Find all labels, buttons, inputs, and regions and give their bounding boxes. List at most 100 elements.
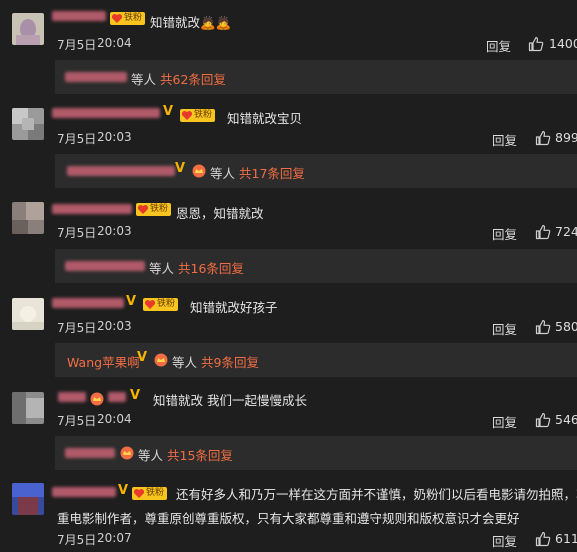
sub-reply-count[interactable]: 共16条回复 — [178, 261, 244, 276]
username[interactable] — [52, 204, 132, 214]
avatar[interactable] — [12, 13, 44, 45]
sub-reply-count[interactable]: 共17条回复 — [239, 166, 305, 181]
avatar[interactable] — [12, 108, 44, 140]
comment-text: 知错就改好孩子 — [190, 300, 278, 315]
username[interactable] — [58, 392, 86, 402]
heart-icon — [144, 300, 156, 309]
sub-reply-username — [65, 72, 127, 82]
username[interactable] — [52, 487, 116, 497]
username[interactable] — [52, 298, 124, 308]
avatar[interactable] — [12, 298, 44, 330]
sub-reply-box[interactable]: 等人 共15条回复 — [55, 436, 577, 470]
sub-reply-box[interactable]: V 等人 共17条回复 — [55, 154, 577, 188]
thumbs-up-icon[interactable] — [535, 531, 551, 547]
sub-reply-box[interactable]: 等人 共16条回复 — [55, 249, 577, 283]
comment-time: 20:03 — [97, 319, 132, 333]
thumbs-up-icon[interactable] — [535, 412, 551, 428]
comment-item: V 知错就改 我们一起慢慢成长 7月5日 20:04 回复 546 等人 共15… — [0, 380, 577, 475]
sub-reply-count[interactable]: 共15条回复 — [167, 448, 233, 463]
comment-text: 恩恩，知错就改 — [176, 206, 264, 221]
avatar[interactable] — [12, 202, 44, 234]
sub-reply-count[interactable]: 共62条回复 — [160, 72, 226, 87]
fan-badge: 铁粉 — [136, 203, 172, 216]
comment-time: 20:07 — [97, 531, 132, 545]
comment-item: V 铁粉 知错就改宝贝 7月5日 20:03 回复 899 V 等人 共17条回… — [0, 95, 577, 190]
username[interactable] — [52, 108, 160, 118]
comment-date: 7月5日 — [57, 414, 97, 428]
sub-reply-username — [65, 448, 115, 458]
thumbs-up-icon[interactable] — [535, 224, 551, 240]
crown-icon — [120, 446, 134, 460]
reply-button[interactable]: 回复 — [492, 130, 517, 149]
thumbs-up-icon[interactable] — [535, 130, 551, 146]
comment-text-line2: 重电影制作者，尊重原创尊重版权，只有大家都尊重和遵守规则和版权意识才会更好 — [57, 511, 520, 526]
reply-button[interactable]: 回复 — [492, 224, 517, 243]
verified-v-icon: V — [175, 161, 186, 176]
sub-reply-box[interactable]: 等人 共62条回复 — [55, 60, 577, 94]
like-count: 611 — [555, 531, 577, 546]
crown-icon — [90, 392, 104, 406]
reply-button[interactable]: 回复 — [492, 412, 517, 431]
fan-badge-label: 铁粉 — [150, 204, 169, 214]
like-count: 1400 — [549, 36, 577, 51]
sub-reply-etc: 等人 — [149, 261, 175, 276]
username[interactable] — [52, 11, 106, 21]
comment-text: 知错就改宝贝 — [227, 111, 303, 126]
fan-badge: 铁粉 — [132, 487, 168, 500]
fan-badge: 铁粉 — [143, 298, 179, 311]
reply-button[interactable]: 回复 — [486, 36, 511, 55]
reply-button[interactable]: 回复 — [492, 319, 517, 338]
heart-icon — [111, 14, 123, 23]
comment-text: 知错就改 我们一起慢慢成长 — [153, 393, 307, 408]
comment-item: V 铁粉 知错就改好孩子 7月5日 20:03 回复 580 Wang苹果啊 V… — [0, 285, 577, 380]
fan-badge: 铁粉 — [180, 109, 216, 122]
verified-v-icon: V — [163, 104, 174, 119]
comment-item: 铁粉 知错就改🙇🙇 7月5日 20:04 回复 1400 等人 共62条回复 — [0, 0, 577, 95]
username-extra — [108, 392, 126, 402]
comment-time: 20:04 — [97, 36, 132, 50]
avatar[interactable] — [12, 392, 44, 424]
comment-item: 铁粉 恩恩，知错就改 7月5日 20:03 回复 724 等人 共16条回复 — [0, 190, 577, 285]
comment-text: 知错就改🙇🙇 — [150, 15, 232, 30]
fan-badge-label: 铁粉 — [194, 110, 213, 120]
like-count: 580 — [555, 319, 577, 334]
thumbs-up-icon[interactable] — [535, 319, 551, 335]
sub-reply-etc: 等人 — [172, 355, 198, 370]
verified-v-icon: V — [118, 483, 129, 498]
sub-reply-username[interactable]: Wang苹果啊 — [67, 352, 140, 371]
thumbs-up-icon[interactable] — [528, 36, 544, 52]
comment-text-line1: 还有好多人和乃万一样在这方面并不谨慎，奶粉们以后看电影请勿拍照，尊 — [176, 487, 577, 502]
sub-reply-etc: 等人 — [210, 166, 236, 181]
fan-badge-label: 铁粉 — [146, 488, 165, 498]
verified-v-icon: V — [126, 294, 137, 309]
sub-reply-etc: 等人 — [131, 72, 157, 87]
verified-v-icon: V — [130, 388, 141, 403]
like-count: 724 — [555, 224, 577, 239]
comment-time: 20:04 — [97, 412, 132, 426]
fan-badge: 铁粉 — [110, 12, 146, 25]
sub-reply-box[interactable]: Wang苹果啊 V 等人 共9条回复 — [55, 343, 577, 377]
comment-item: V 铁粉 还有好多人和乃万一样在这方面并不谨慎，奶粉们以后看电影请勿拍照，尊 重… — [0, 475, 577, 552]
reply-button[interactable]: 回复 — [492, 531, 517, 550]
sub-reply-username — [67, 166, 175, 176]
avatar[interactable] — [12, 483, 44, 515]
fan-badge-label: 铁粉 — [157, 299, 176, 309]
heart-icon — [181, 111, 193, 120]
crown-icon — [154, 353, 168, 367]
like-count: 546 — [555, 412, 577, 427]
crown-icon — [192, 164, 206, 178]
like-count: 899 — [555, 130, 577, 145]
fan-badge-label: 铁粉 — [124, 13, 143, 23]
comment-date: 7月5日 — [57, 533, 97, 547]
sub-reply-etc: 等人 — [138, 448, 164, 463]
verified-v-icon: V — [137, 350, 148, 365]
comment-time: 20:03 — [97, 130, 132, 144]
sub-reply-count[interactable]: 共9条回复 — [201, 355, 259, 370]
comment-date: 7月5日 — [57, 38, 97, 52]
comment-date: 7月5日 — [57, 226, 97, 240]
comment-time: 20:03 — [97, 224, 132, 238]
heart-icon — [133, 489, 145, 498]
comment-date: 7月5日 — [57, 321, 97, 335]
comment-date: 7月5日 — [57, 132, 97, 146]
heart-icon — [137, 205, 149, 214]
